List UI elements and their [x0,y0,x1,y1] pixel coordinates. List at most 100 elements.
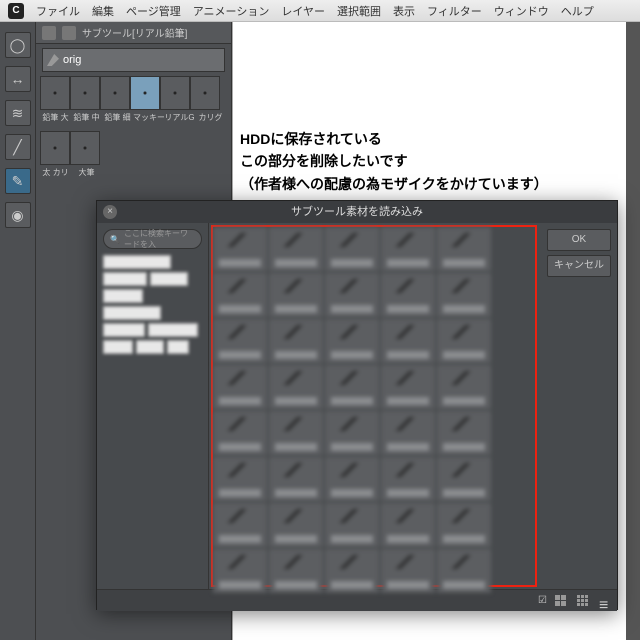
subtool-cell[interactable] [100,76,130,110]
subtool-label: カリグ [195,112,226,123]
menu-edit[interactable]: 編集 [92,3,114,19]
material-thumb[interactable] [325,549,379,593]
material-thumb[interactable] [213,273,267,317]
tag-item[interactable] [103,272,147,286]
subtool-cell[interactable] [130,76,160,110]
subtool-cell[interactable] [40,76,70,110]
tag-item[interactable] [103,306,161,320]
material-thumb[interactable] [269,503,323,547]
material-thumb[interactable] [381,227,435,271]
material-thumb[interactable] [213,365,267,409]
search-input[interactable]: 🔍 ここに検索キーワードを入 [103,229,202,249]
subtool-cell[interactable] [40,131,70,165]
material-thumb[interactable] [213,503,267,547]
material-thumb[interactable] [381,457,435,501]
material-thumb[interactable] [437,549,491,593]
menu-page[interactable]: ページ管理 [126,3,181,19]
tag-item[interactable] [103,340,133,354]
material-thumb[interactable] [269,227,323,271]
material-thumb[interactable] [213,227,267,271]
material-thumb[interactable] [269,273,323,317]
menu-handle-icon[interactable]: ≡ [599,597,607,605]
material-thumb[interactable] [325,457,379,501]
menu-selection[interactable]: 選択範囲 [337,3,381,19]
material-thumb[interactable] [381,549,435,593]
material-thumb[interactable] [325,273,379,317]
subtool-cell[interactable] [70,131,100,165]
menu-layer[interactable]: レイヤー [281,3,325,19]
cancel-button[interactable]: キャンセル [547,255,611,277]
material-thumb[interactable] [437,457,491,501]
subtool-label: 鉛筆 中 [71,112,102,123]
subtool-label: 鉛筆 大 [40,112,71,123]
tool-pen[interactable]: ✎ [5,168,31,194]
panel-grip-icon[interactable] [42,26,56,40]
material-thumb[interactable] [325,503,379,547]
tool-pattern[interactable]: ≋ [5,100,31,126]
material-thumb[interactable] [213,549,267,593]
app-logo: C [8,3,24,19]
close-icon[interactable]: × [103,205,117,219]
material-thumb[interactable] [381,273,435,317]
material-thumb[interactable] [213,411,267,455]
annotation-line: HDDに保存されている [240,128,548,150]
menu-file[interactable]: ファイル [36,3,80,19]
subtool-cell[interactable] [190,76,220,110]
material-thumb[interactable] [381,503,435,547]
tag-item[interactable] [167,340,189,354]
menubar: C ファイル 編集 ページ管理 アニメーション レイヤー 選択範囲 表示 フィル… [0,0,640,22]
material-thumb[interactable] [213,457,267,501]
subtool-cell[interactable] [160,76,190,110]
tag-item[interactable] [150,272,188,286]
material-thumb[interactable] [269,319,323,363]
tool-drop[interactable]: ◉ [5,202,31,228]
material-thumb[interactable] [325,411,379,455]
check-icon[interactable]: ☑ [538,595,547,606]
material-thumb[interactable] [325,365,379,409]
material-thumb[interactable] [381,411,435,455]
material-thumb[interactable] [381,365,435,409]
dialog-title: サブツール素材を読み込み [291,206,423,218]
menu-filter[interactable]: フィルター [427,3,482,19]
material-thumb[interactable] [437,503,491,547]
scrollbar-vertical[interactable] [626,22,640,640]
material-thumb[interactable] [269,365,323,409]
panel-subtool-icon [62,26,76,40]
tag-item[interactable] [103,323,145,337]
tool-lens[interactable]: ◯ [5,32,31,58]
subtool-grid-2 [40,131,227,165]
tag-item[interactable] [103,255,171,269]
material-thumb[interactable] [437,411,491,455]
material-thumb[interactable] [325,227,379,271]
subtool-name-field[interactable]: orig [42,48,225,72]
material-thumb[interactable] [269,457,323,501]
tag-item[interactable] [136,340,164,354]
material-thumb[interactable] [213,319,267,363]
subtool-cell[interactable] [70,76,100,110]
material-thumb[interactable] [437,227,491,271]
menu-animation[interactable]: アニメーション [193,3,270,19]
dialog-sidebar: 🔍 ここに検索キーワードを入 [97,223,209,589]
tool-brush[interactable]: ╱ [5,134,31,160]
material-thumb[interactable] [437,319,491,363]
tag-list [103,255,202,354]
material-thumb[interactable] [269,411,323,455]
material-thumb[interactable] [437,273,491,317]
material-thumb[interactable] [381,319,435,363]
subtool-labels: 鉛筆 大 鉛筆 中 鉛筆 細 マッキー リアルG カリグ [40,112,227,123]
tag-item[interactable] [103,289,143,303]
material-grid[interactable] [209,223,541,589]
material-thumb[interactable] [325,319,379,363]
menu-help[interactable]: ヘルプ [561,3,594,19]
subtool-title: サブツール[リアル鉛筆] [82,25,187,40]
tag-item[interactable] [148,323,198,337]
dialog-titlebar[interactable]: × サブツール素材を読み込み [97,201,617,223]
menu-window[interactable]: ウィンドウ [494,3,549,19]
tool-move[interactable]: ↔ [5,66,31,92]
view-small-icon[interactable] [577,595,591,607]
ok-button[interactable]: OK [547,229,611,251]
material-thumb[interactable] [437,365,491,409]
menu-view[interactable]: 表示 [393,3,415,19]
material-thumb[interactable] [269,549,323,593]
view-large-icon[interactable] [555,595,569,607]
